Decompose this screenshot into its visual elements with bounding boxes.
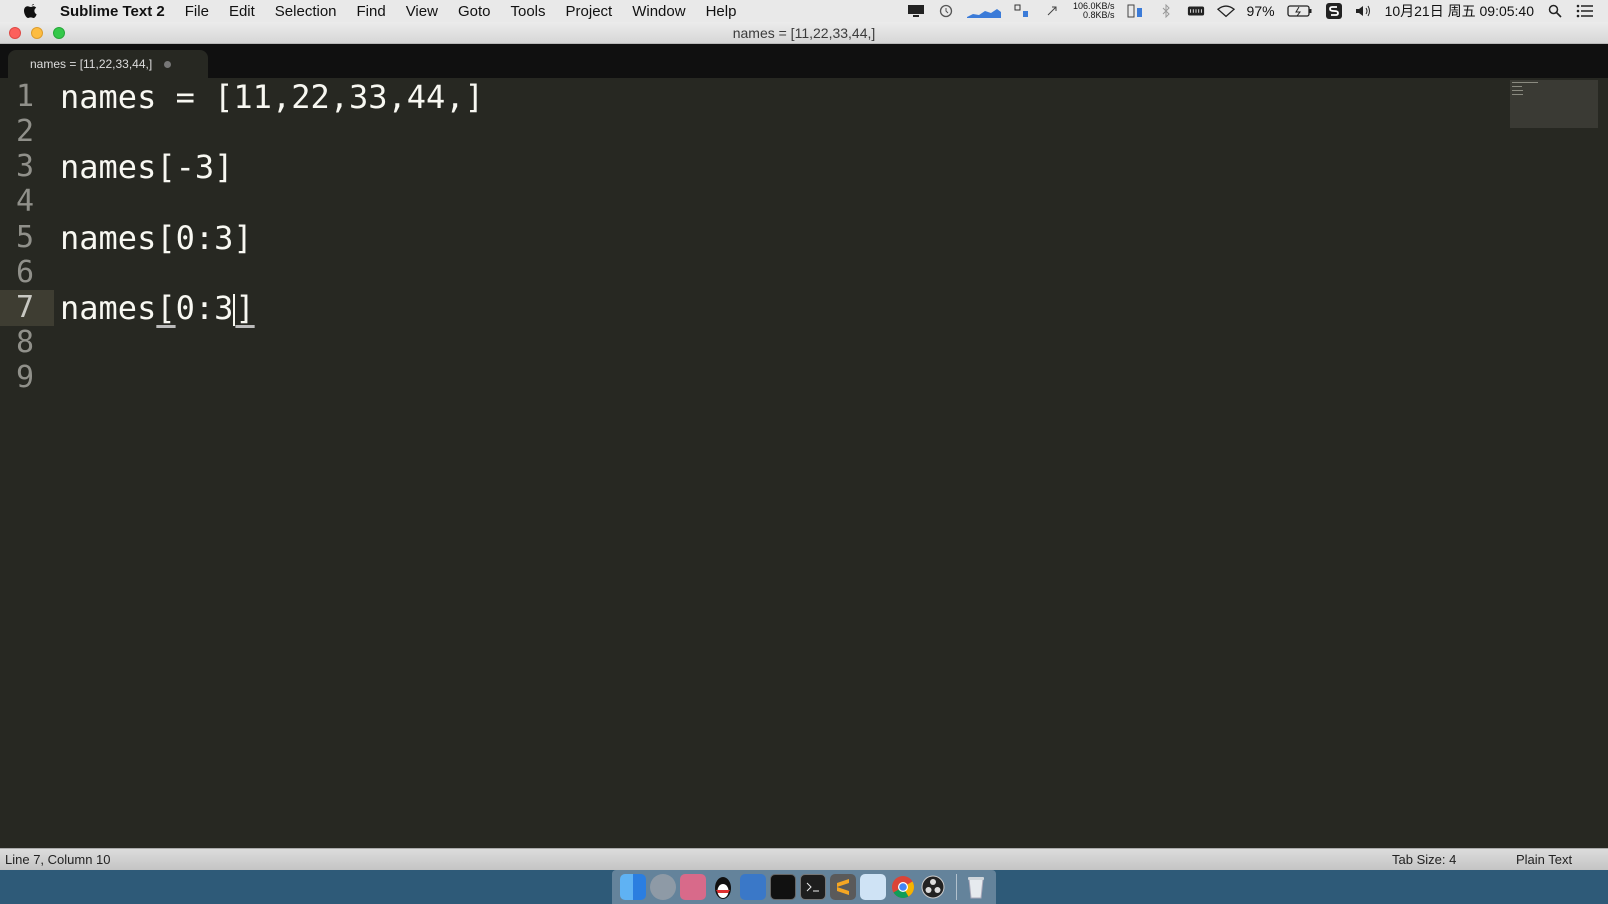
minimap-line [1512, 82, 1538, 83]
minimap[interactable] [1510, 80, 1598, 128]
code-line-7-inner: 0:3 [175, 289, 234, 327]
menu-selection[interactable]: Selection [275, 3, 337, 20]
menu-window[interactable]: Window [632, 3, 685, 20]
trash-icon[interactable] [963, 874, 989, 900]
line-number: 8 [16, 325, 35, 360]
syntax-selector[interactable]: Plain Text [1516, 852, 1572, 867]
wifi-icon[interactable] [1216, 4, 1235, 18]
terminal-icon[interactable] [800, 874, 826, 900]
tab-size-selector[interactable]: Tab Size: 4 [1392, 852, 1456, 867]
code-line-5[interactable]: names[0:3] [60, 220, 253, 256]
spotlight-search-icon[interactable] [1546, 4, 1564, 18]
tab-label: names = [11,22,33,44,] [30, 57, 153, 71]
menu-edit[interactable]: Edit [229, 3, 255, 20]
finder-icon[interactable] [620, 874, 646, 900]
line-number: 9 [16, 360, 35, 395]
battery-icon[interactable] [1286, 4, 1313, 18]
menu-help[interactable]: Help [706, 3, 737, 20]
remote-desktop-icon[interactable] [740, 874, 766, 900]
menu-view[interactable]: View [406, 3, 438, 20]
matching-close-bracket: ] [235, 289, 255, 327]
cursor-position: Line 7, Column 10 [5, 852, 111, 867]
desktop-strip [0, 870, 1608, 904]
network-graph-icon[interactable] [967, 4, 1002, 18]
line-number: 6 [16, 255, 35, 290]
dock [612, 870, 996, 904]
line-number: 1 [16, 79, 35, 114]
arrows-icon[interactable] [1043, 4, 1061, 18]
photos-app-icon[interactable] [680, 874, 706, 900]
menu-tools[interactable]: Tools [510, 3, 545, 20]
code-line-7-prefix: names [60, 289, 157, 327]
line-number-gutter: 1 2 3 4 5 6 7 8 9 [0, 78, 54, 848]
obs-icon[interactable] [920, 874, 946, 900]
code-line-1[interactable]: names = [11,22,33,44,] [60, 79, 484, 115]
network-speed: 106.0KB/s 0.8KB/s [1073, 1, 1115, 20]
status-menus: 106.0KB/s 0.8KB/s 97% 10月21日 周五 09:05:40 [901, 0, 1608, 22]
menu-goto[interactable]: Goto [458, 3, 491, 20]
minimap-line [1512, 86, 1522, 87]
keynote-icon[interactable] [860, 874, 886, 900]
sublime-text-icon[interactable] [830, 874, 856, 900]
line-number: 5 [16, 220, 35, 255]
line-number: 3 [16, 149, 35, 184]
launchpad-icon[interactable] [650, 874, 676, 900]
memory-icon[interactable] [1013, 4, 1031, 18]
bluetooth-icon[interactable] [1157, 4, 1175, 18]
window-title-bar: names = [11,22,33,44,] [0, 22, 1608, 44]
status-bar: Line 7, Column 10 Tab Size: 4 Plain Text [0, 848, 1608, 870]
qq-icon[interactable] [710, 874, 736, 900]
code-line-7[interactable]: names[0:3] [60, 290, 255, 326]
clock[interactable]: 10月21日 周五 09:05:40 [1385, 1, 1534, 21]
chrome-icon[interactable] [890, 874, 916, 900]
volume-icon[interactable] [1355, 4, 1373, 18]
keyboard-icon[interactable] [1187, 4, 1205, 18]
battery-percent: 97% [1246, 3, 1275, 19]
dock-separator [956, 874, 957, 900]
tab-strip: names = [11,22,33,44,] [0, 44, 1608, 78]
line-number: 4 [16, 184, 35, 219]
matching-open-bracket: [ [156, 289, 176, 327]
menu-project[interactable]: Project [566, 3, 613, 20]
tab-names[interactable]: names = [11,22,33,44,] [8, 50, 208, 78]
apple-menu-icon[interactable] [22, 2, 40, 20]
line-number: 2 [16, 114, 35, 149]
code-line-3[interactable]: names[-3] [60, 149, 233, 185]
unsaved-dot-icon[interactable] [164, 60, 172, 68]
disk-icon[interactable] [1127, 4, 1145, 18]
sogou-input-icon[interactable] [1325, 3, 1343, 19]
minimap-line [1512, 90, 1523, 91]
menu-find[interactable]: Find [357, 3, 386, 20]
app-name-menu[interactable]: Sublime Text 2 [60, 3, 165, 20]
time-machine-icon[interactable] [937, 4, 955, 18]
window-title: names = [11,22,33,44,] [732, 25, 876, 41]
minimap-line [1512, 94, 1523, 95]
activity-monitor-icon[interactable] [770, 874, 796, 900]
display-icon[interactable] [907, 4, 925, 18]
menu-bar: Sublime Text 2 File Edit Selection Find … [0, 0, 1608, 22]
editor-area[interactable]: 1 2 3 4 5 6 7 8 9 names = [11,22,33,44,]… [0, 78, 1608, 848]
notification-center-icon[interactable] [1576, 4, 1594, 18]
line-number-active: 7 [0, 290, 54, 326]
menu-file[interactable]: File [185, 3, 209, 20]
